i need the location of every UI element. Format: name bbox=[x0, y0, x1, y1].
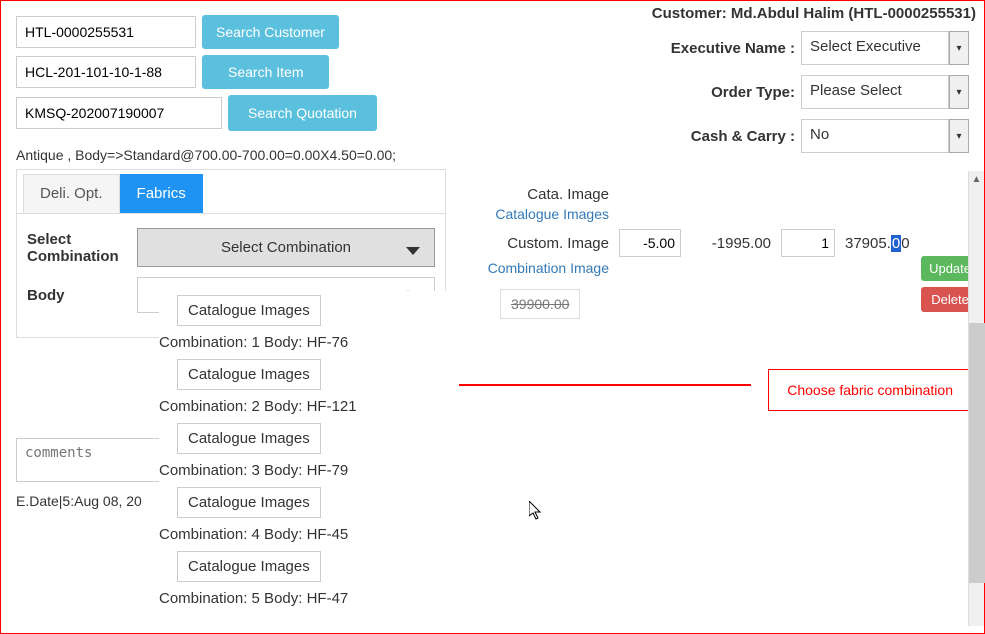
catalogue-images-option[interactable]: Catalogue Images bbox=[177, 295, 321, 326]
catalogue-images-option[interactable]: Catalogue Images bbox=[177, 359, 321, 390]
combination-option-5[interactable]: Combination: 5 Body: HF-47 bbox=[159, 586, 459, 611]
tab-fabrics[interactable]: Fabrics bbox=[120, 174, 203, 213]
body-label: Body bbox=[27, 287, 137, 304]
combination-option-4[interactable]: Combination: 4 Body: HF-45 bbox=[159, 522, 459, 547]
cursor-icon bbox=[529, 501, 545, 526]
catalogue-images-option[interactable]: Catalogue Images bbox=[177, 487, 321, 518]
combination-image-link[interactable]: Combination Image bbox=[488, 260, 609, 276]
discount-input[interactable] bbox=[619, 229, 681, 257]
scrollbar-thumb[interactable] bbox=[969, 323, 985, 583]
customer-header: Customer: Md.Abdul Halim (HTL-0000255531… bbox=[652, 5, 976, 22]
search-quotation-button[interactable]: Search Quotation bbox=[228, 95, 377, 131]
chevron-down-icon[interactable]: ▾ bbox=[949, 31, 969, 65]
qty-input[interactable] bbox=[781, 229, 835, 257]
catalogue-images-option[interactable]: Catalogue Images bbox=[177, 423, 321, 454]
update-button[interactable]: Update bbox=[921, 256, 969, 281]
custom-image-label: Custom. Image bbox=[484, 235, 609, 252]
catalogue-images-link[interactable]: Catalogue Images bbox=[495, 206, 609, 222]
item-id-input[interactable] bbox=[16, 56, 196, 88]
body-dropdown-list: Catalogue Images Combination: 1 Body: HF… bbox=[159, 291, 459, 611]
customer-id-input[interactable] bbox=[16, 16, 196, 48]
product-summary: Antique , Body=>Standard@700.00-700.00=0… bbox=[16, 147, 969, 163]
combination-option-1[interactable]: Combination: 1 Body: HF-76 bbox=[159, 330, 459, 355]
vertical-scrollbar[interactable]: ▲ bbox=[968, 171, 984, 626]
executive-name-label: Executive Name : bbox=[671, 40, 795, 57]
delete-button[interactable]: Delete bbox=[921, 287, 969, 312]
chevron-down-icon[interactable]: ▾ bbox=[949, 75, 969, 109]
quotation-id-input[interactable] bbox=[16, 97, 222, 129]
annotation-callout: Choose fabric combination bbox=[768, 369, 972, 411]
right-panel: Cata. Image Catalogue Images Custom. Ima… bbox=[484, 186, 969, 321]
executive-select[interactable]: Select Executive bbox=[801, 31, 949, 65]
scroll-up-icon[interactable]: ▲ bbox=[969, 171, 984, 187]
order-type-label: Order Type: bbox=[711, 84, 795, 101]
select-combination-label: Select Combination bbox=[27, 231, 137, 265]
catalogue-images-option[interactable]: Catalogue Images bbox=[177, 551, 321, 582]
original-price: 39900.00 bbox=[500, 289, 580, 319]
select-combination-dropdown[interactable]: Select Combination bbox=[137, 228, 435, 267]
order-type-select[interactable]: Please Select bbox=[801, 75, 949, 109]
search-customer-button[interactable]: Search Customer bbox=[202, 15, 339, 49]
tab-deli-opt[interactable]: Deli. Opt. bbox=[23, 174, 120, 213]
cata-image-label: Cata. Image bbox=[484, 186, 609, 203]
combination-option-3[interactable]: Combination: 3 Body: HF-79 bbox=[159, 458, 459, 483]
price-value: 37905.00 bbox=[845, 235, 910, 252]
search-item-button[interactable]: Search Item bbox=[202, 55, 329, 89]
combination-option-2[interactable]: Combination: 2 Body: HF-121 bbox=[159, 394, 459, 419]
adjust-value: -1995.00 bbox=[691, 235, 771, 252]
